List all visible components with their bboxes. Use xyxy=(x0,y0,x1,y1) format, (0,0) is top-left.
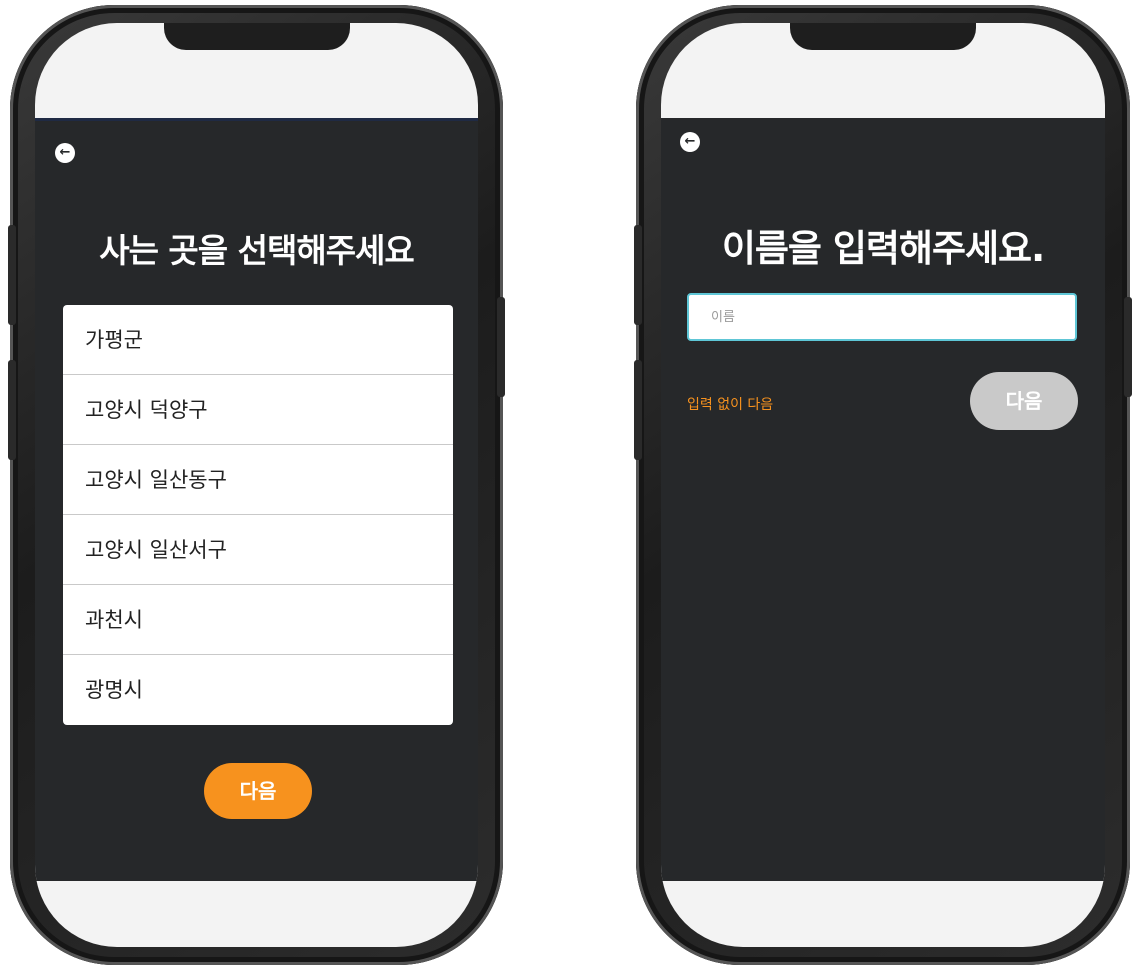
next-button[interactable]: 다음 xyxy=(204,763,312,819)
volume-down-button xyxy=(634,360,642,460)
region-list-item[interactable]: 고양시 일산동구 xyxy=(63,445,453,515)
back-arrow-icon[interactable]: ← xyxy=(680,132,700,152)
phone-notch xyxy=(163,23,350,50)
region-list-item[interactable]: 고양시 일산서구 xyxy=(63,515,453,585)
page-title: 사는 곳을 선택해주세요 xyxy=(99,231,415,270)
phone-screen-right: ← 이름을 입력해주세요. 입력 없이 다음 다음 xyxy=(661,23,1105,947)
back-arrow-icon[interactable]: ← xyxy=(55,143,75,163)
volume-up-button xyxy=(634,225,642,325)
skip-link[interactable]: 입력 없이 다음 xyxy=(687,394,773,414)
name-input[interactable] xyxy=(687,293,1077,341)
phone-frame-left: ← 사는 곳을 선택해주세요 가평군 고양시 덕양구 고양시 일산동구 고양시 … xyxy=(8,5,505,965)
region-list-item[interactable]: 고양시 덕양구 xyxy=(63,375,453,445)
name-input-screen: ← 이름을 입력해주세요. 입력 없이 다음 다음 xyxy=(661,118,1105,881)
volume-down-button xyxy=(8,360,16,460)
power-button xyxy=(1124,297,1132,397)
phone-frame-right: ← 이름을 입력해주세요. 입력 없이 다음 다음 xyxy=(634,5,1132,965)
page-title: 이름을 입력해주세요. xyxy=(721,227,1045,270)
phone-screen-left: ← 사는 곳을 선택해주세요 가평군 고양시 덕양구 고양시 일산동구 고양시 … xyxy=(35,23,478,947)
volume-up-button xyxy=(8,225,16,325)
region-list: 가평군 고양시 덕양구 고양시 일산동구 고양시 일산서구 과천시 광명시 xyxy=(63,305,453,725)
region-list-item[interactable]: 과천시 xyxy=(63,585,453,655)
next-button-disabled[interactable]: 다음 xyxy=(970,372,1078,430)
power-button xyxy=(497,297,505,397)
region-select-screen: ← 사는 곳을 선택해주세요 가평군 고양시 덕양구 고양시 일산동구 고양시 … xyxy=(35,118,478,881)
phone-notch xyxy=(790,23,976,50)
region-list-item[interactable]: 광명시 xyxy=(63,655,453,725)
region-list-item[interactable]: 가평군 xyxy=(63,305,453,375)
